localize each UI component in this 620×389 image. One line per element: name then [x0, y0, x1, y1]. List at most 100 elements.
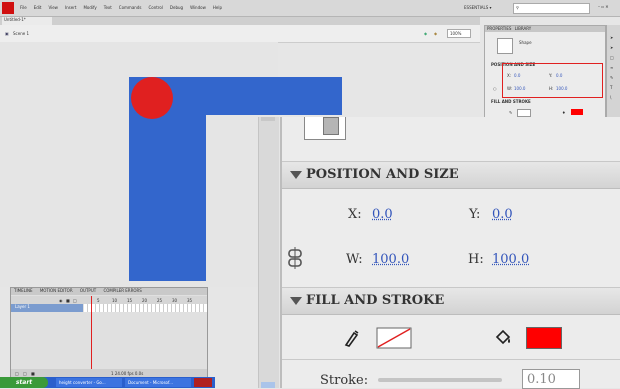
timeline-tabs: TIMELINE MOTION EDITOR OUTPUT COMPILER E… — [11, 288, 207, 295]
frame-ruler[interactable]: ◉ ■ □ 5 10 15 20 25 30 35 — [11, 296, 207, 304]
tab-motion-editor[interactable]: MOTION EDITOR — [37, 288, 76, 293]
paint-bucket-icon — [495, 329, 511, 345]
playhead[interactable] — [91, 296, 92, 376]
line-tool-icon[interactable]: \ — [610, 95, 618, 103]
y-label: Y: — [469, 207, 481, 222]
w-value[interactable]: 100.0 — [372, 252, 409, 267]
taskbar: start height converter - Go... Document … — [0, 377, 215, 388]
document-tab-bar: Untitled-1* — [0, 17, 480, 25]
transform-tool-icon[interactable]: □ — [610, 55, 618, 63]
stroke-slider[interactable] — [378, 378, 502, 382]
stroke-label: Stroke: — [320, 373, 369, 388]
menu-edit[interactable]: Edit — [34, 5, 42, 10]
scene-label[interactable]: Scene 1 — [13, 31, 29, 36]
pen-icon-small: ✎ — [509, 110, 513, 115]
menu-commands[interactable]: Commands — [119, 5, 142, 10]
scene-icon: ▣ — [5, 31, 9, 36]
pen-tool-icon[interactable]: ✎ — [610, 75, 618, 83]
taskbar-item-browser[interactable]: height converter - Go... — [56, 378, 122, 387]
stroke-width-input[interactable]: 0.10 — [522, 369, 580, 389]
menu-help[interactable]: Help — [213, 5, 222, 10]
lasso-tool-icon[interactable]: ∞ — [610, 65, 618, 73]
menu-file[interactable]: File — [20, 5, 27, 10]
menu-control[interactable]: Control — [148, 5, 162, 10]
h-value[interactable]: 100.0 — [492, 252, 529, 267]
eye-icon[interactable]: ◉ — [59, 298, 63, 303]
zoom-select[interactable]: 100% — [447, 29, 471, 38]
menu-bar: File Edit View Insert Modify Text Comman… — [0, 0, 620, 17]
search-icon: ⚲ — [516, 5, 519, 10]
edit-symbol-icon[interactable]: ◆ — [434, 31, 437, 36]
pencil-stroke-icon — [344, 330, 359, 347]
stroke-color-swatch[interactable] — [376, 327, 412, 349]
window-controls[interactable]: – ▫ ✕ — [598, 4, 609, 9]
h-label: H: — [468, 252, 484, 267]
menu-debug[interactable]: Debug — [170, 5, 183, 10]
frame-cells[interactable] — [84, 304, 207, 312]
y-value[interactable]: 0.0 — [492, 207, 513, 222]
fill-header-small[interactable]: FILL AND STROKE — [491, 99, 531, 104]
workspace-switcher[interactable]: ESSENTIALS ▾ — [464, 5, 492, 10]
vertical-scrollbar[interactable] — [258, 117, 279, 388]
timeline-panel: TIMELINE MOTION EDITOR OUTPUT COMPILER E… — [10, 287, 208, 380]
menu-insert[interactable]: Insert — [65, 5, 76, 10]
collapse-triangle-icon[interactable] — [290, 297, 302, 305]
scene-bar: ▣ Scene 1 ◆ ◆ 100% — [0, 25, 480, 43]
bucket-icon-small: ♦ — [562, 110, 566, 115]
taskbar-item-flash[interactable] — [194, 378, 212, 387]
ruler-label: 20 — [142, 298, 148, 303]
lock-icon[interactable]: ■ — [66, 298, 70, 303]
fill-color-swatch[interactable] — [526, 327, 562, 349]
ruler-label: 10 — [112, 298, 118, 303]
new-folder-icon[interactable]: □ — [23, 371, 27, 376]
tab-compiler-errors[interactable]: COMPILER ERRORS — [100, 288, 144, 293]
shape-label: Shape — [519, 40, 532, 45]
blue-shape-left-bar[interactable] — [129, 115, 206, 281]
stroke-swatch-small[interactable] — [517, 109, 531, 117]
fill-stroke-header[interactable]: FILL AND STROKE — [282, 287, 620, 315]
divider — [282, 359, 620, 360]
ruler-label: 35 — [187, 298, 193, 303]
tools-panel: ➤ ➤ □ ∞ ✎ T \ — [606, 25, 620, 117]
delete-layer-icon[interactable]: ■ — [31, 371, 35, 376]
taskbar-item-document[interactable]: Document - Microsof... — [125, 378, 191, 387]
link-proportions-icon[interactable] — [286, 247, 304, 269]
w-label: W: — [346, 252, 363, 267]
subselection-tool-icon[interactable]: ➤ — [610, 45, 618, 53]
highlight-box — [502, 63, 603, 98]
tab-library[interactable]: LIBRARY — [513, 26, 531, 31]
collapse-triangle-icon[interactable] — [290, 171, 302, 179]
frame-status: 1 24.00 fps 0.0s — [111, 371, 144, 376]
text-tool-icon[interactable]: T — [610, 85, 618, 93]
tab-properties[interactable]: PROPERTIES — [485, 26, 511, 31]
properties-panel-small: PROPERTIES LIBRARY Shape POSITION AND SI… — [484, 25, 606, 119]
position-size-header[interactable]: POSITION AND SIZE — [282, 161, 620, 189]
menu-items: File Edit View Insert Modify Text Comman… — [20, 5, 222, 10]
help-search-input[interactable]: ⚲ — [513, 3, 590, 14]
menu-view[interactable]: View — [48, 5, 58, 10]
properties-panel-zoomed: POSITION AND SIZE X: 0.0 Y: 0.0 W: 100.0… — [280, 117, 620, 389]
fill-swatch-small[interactable] — [571, 109, 583, 115]
tab-output[interactable]: OUTPUT — [77, 288, 99, 293]
start-button[interactable]: start — [0, 377, 48, 388]
tab-timeline[interactable]: TIMELINE — [11, 288, 36, 293]
menu-text[interactable]: Text — [104, 5, 112, 10]
outline-icon[interactable]: □ — [73, 298, 77, 303]
layer-row[interactable]: Layer 1 — [11, 304, 83, 312]
menu-modify[interactable]: Modify — [83, 5, 96, 10]
ruler-label: 5 — [97, 298, 100, 303]
document-tab[interactable]: Untitled-1* — [2, 17, 52, 25]
new-layer-icon[interactable]: □ — [15, 371, 19, 376]
panel-tabs: PROPERTIES LIBRARY — [485, 26, 605, 32]
red-circle-shape[interactable] — [131, 77, 173, 119]
edit-scene-icon[interactable]: ◆ — [424, 31, 427, 36]
ruler-label: 25 — [157, 298, 163, 303]
shape-thumbnail-icon — [304, 117, 346, 140]
lock-ratio-icon[interactable]: ○ — [493, 86, 497, 91]
selection-tool-icon[interactable]: ➤ — [610, 35, 618, 43]
app-logo-icon — [2, 2, 14, 14]
menu-window[interactable]: Window — [190, 5, 206, 10]
x-value[interactable]: 0.0 — [372, 207, 393, 222]
scroll-thumb-bottom[interactable] — [261, 382, 275, 388]
scroll-thumb-top[interactable] — [261, 117, 275, 121]
